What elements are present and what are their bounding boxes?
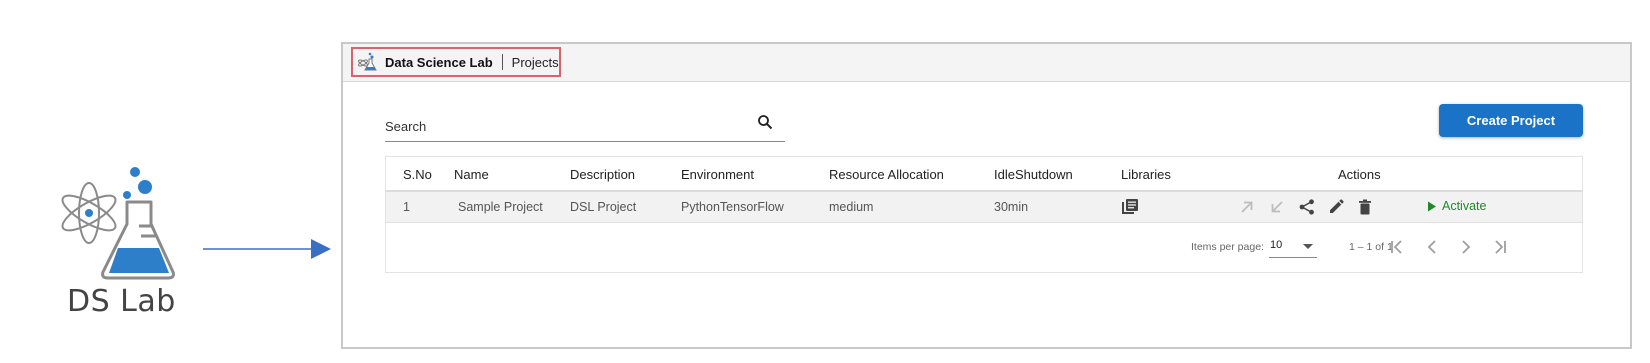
share-icon[interactable] — [1298, 198, 1316, 216]
header-sno[interactable]: S.No — [403, 167, 432, 182]
items-per-page-select[interactable]: 10 — [1269, 236, 1317, 258]
header-resource-allocation[interactable]: Resource Allocation — [829, 167, 944, 182]
header-actions: Actions — [1338, 167, 1381, 182]
header-description[interactable]: Description — [570, 167, 635, 182]
flask-atom-icon — [61, 167, 175, 280]
items-per-page-value: 10 — [1270, 239, 1283, 251]
activate-button[interactable]: Activate — [1427, 199, 1486, 213]
last-page-icon[interactable] — [1489, 236, 1511, 258]
delete-icon[interactable] — [1356, 198, 1374, 216]
activate-label: Activate — [1442, 199, 1487, 213]
previous-page-icon[interactable] — [1421, 236, 1443, 258]
cell-environment: PythonTensorFlow — [681, 200, 784, 214]
header-name[interactable]: Name — [454, 167, 489, 182]
app-window: Data Science Lab Projects Create Project… — [341, 42, 1632, 349]
search-field[interactable] — [385, 106, 785, 142]
breadcrumb-separator — [501, 54, 503, 70]
table-row: 1 Sample Project DSL Project PythonTenso… — [386, 192, 1582, 223]
create-project-button[interactable]: Create Project — [1439, 104, 1583, 137]
items-per-page-label: Items per page: — [1191, 241, 1264, 253]
next-page-icon[interactable] — [1455, 236, 1477, 258]
cell-description: DSL Project — [570, 200, 637, 214]
cell-name: Sample Project — [458, 200, 543, 214]
search-icon[interactable] — [757, 114, 773, 130]
logo-text: DS Lab — [67, 284, 176, 319]
cell-sno: 1 — [403, 200, 410, 214]
play-icon — [1428, 201, 1436, 211]
arrow-right-icon — [203, 239, 331, 259]
edit-icon[interactable] — [1327, 198, 1345, 216]
library-books-icon[interactable] — [1121, 198, 1139, 216]
search-input[interactable] — [385, 116, 735, 136]
paginator: Items per page: 10 1 – 1 of 1 — [386, 223, 1582, 273]
cell-idle-shutdown: 30min — [994, 200, 1029, 214]
table-header: S.No Name Description Environment Resour… — [386, 157, 1582, 192]
header-environment[interactable]: Environment — [681, 167, 754, 182]
header-libraries: Libraries — [1121, 167, 1171, 182]
app-logo-icon — [358, 52, 377, 71]
breadcrumb-projects[interactable]: Projects — [512, 55, 559, 70]
dropdown-caret-icon — [1303, 244, 1313, 249]
cell-resource: medium — [829, 200, 874, 214]
projects-table: S.No Name Description Environment Resour… — [385, 156, 1583, 273]
ds-lab-logo: DS Lab — [55, 160, 195, 330]
first-page-icon[interactable] — [1386, 236, 1408, 258]
app-name[interactable]: Data Science Lab — [385, 55, 493, 70]
top-bar: Data Science Lab Projects — [343, 44, 1630, 82]
header-idle-shutdown[interactable]: IdleShutdown — [994, 167, 1073, 182]
pull-icon[interactable] — [1268, 198, 1286, 216]
push-icon[interactable] — [1238, 198, 1256, 216]
breadcrumb: Data Science Lab Projects — [351, 47, 561, 77]
